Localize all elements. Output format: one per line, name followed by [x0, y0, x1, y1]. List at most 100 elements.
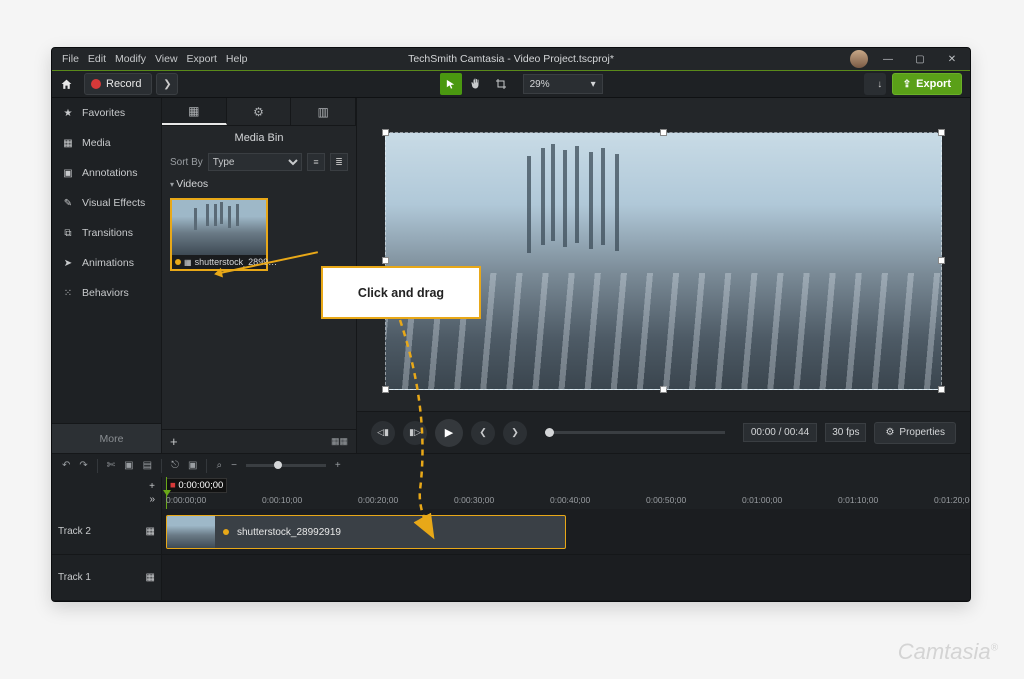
track-2[interactable]: shutterstock_28992919 [162, 509, 970, 555]
transitions-icon: ⧉ [62, 228, 74, 239]
chevron-down-icon: ▾ [591, 79, 596, 90]
media-clip[interactable]: ▦ shutterstock_2899… [170, 198, 268, 271]
camtasia-window: File Edit Modify View Export Help TechSm… [51, 47, 971, 602]
resize-handle[interactable] [660, 129, 667, 136]
play-button[interactable]: ▶ [435, 419, 463, 447]
track-menu-icon[interactable]: ▦ [146, 572, 155, 583]
pan-tool[interactable] [465, 73, 487, 95]
zoom-out-button[interactable]: − [231, 460, 237, 471]
timeline-clip[interactable]: shutterstock_28992919 [166, 515, 566, 549]
timeline: + » ■ 0:00:00;00 0:00:00;00 0:00:10;00 0… [52, 477, 970, 601]
media-tab-assets[interactable]: ⚙ [227, 98, 292, 125]
prev-frame-button[interactable]: ◁▮ [371, 421, 395, 445]
resize-handle[interactable] [938, 129, 945, 136]
menu-file[interactable]: File [62, 53, 79, 65]
minimize-button[interactable]: — [872, 48, 904, 70]
sidebar-item-more[interactable]: More [52, 423, 161, 453]
scrub-knob[interactable] [545, 428, 554, 437]
timeline-ruler[interactable]: ■ 0:00:00;00 0:00:00;00 0:00:10;00 0:00:… [162, 477, 970, 509]
menu-edit[interactable]: Edit [88, 53, 106, 65]
menu-modify[interactable]: Modify [115, 53, 146, 65]
resize-handle[interactable] [382, 386, 389, 393]
sort-desc-button[interactable]: ≣ [330, 153, 348, 171]
behaviors-icon: ⁙ [62, 288, 74, 299]
gear-icon: ⚙ [885, 427, 894, 438]
record-button[interactable]: Record [84, 73, 152, 95]
track-header-1[interactable]: Track 1▦ [52, 555, 161, 601]
export-button[interactable]: ⇪ Export [892, 73, 962, 95]
collapse-tracks-button[interactable]: » [149, 494, 155, 505]
resize-handle[interactable] [938, 257, 945, 264]
home-icon [60, 78, 73, 91]
film-icon: ▦ [184, 258, 192, 267]
menu-export[interactable]: Export [187, 53, 217, 65]
sidebar-item-transitions[interactable]: ⧉Transitions [52, 218, 161, 248]
zoom-tl-button[interactable]: ⌕ [216, 460, 222, 471]
playbar: ◁▮ ▮▷ ▶ ❮ ❯ 00:00 / 00:44 30 fps ⚙ Prope… [357, 411, 970, 453]
cut-button[interactable]: ✄ [107, 460, 115, 471]
properties-button[interactable]: ⚙ Properties [874, 422, 956, 444]
menu-help[interactable]: Help [226, 53, 248, 65]
clip-thumb [167, 516, 215, 548]
step-fwd-button[interactable]: ❯ [503, 421, 527, 445]
avatar[interactable] [850, 50, 868, 68]
zoom-in-button[interactable]: + [335, 460, 341, 471]
edit-tool[interactable] [440, 73, 462, 95]
main-toolbar: Record ❯ 29% ▾ ↓ ⇪ Expo [52, 70, 970, 98]
redo-button[interactable]: ↷ [79, 460, 87, 471]
maximize-button[interactable]: ▢ [904, 48, 936, 70]
sort-asc-button[interactable]: ≡ [307, 153, 325, 171]
sidebar-item-visual-effects[interactable]: ✎Visual Effects [52, 188, 161, 218]
copy-button[interactable]: ▣ [124, 460, 133, 471]
track-menu-icon[interactable]: ▦ [146, 526, 155, 537]
media-tab-library[interactable]: ▥ [291, 98, 356, 125]
track-header-2[interactable]: Track 2▦ [52, 509, 161, 555]
menu-view[interactable]: View [155, 53, 178, 65]
add-track-button[interactable]: + [149, 481, 155, 492]
home-button[interactable] [52, 70, 80, 98]
record-dropdown[interactable]: ❯ [156, 73, 178, 95]
crop-tool[interactable] [490, 73, 512, 95]
resize-handle[interactable] [382, 257, 389, 264]
media-section-videos[interactable]: Videos [162, 174, 356, 194]
ruler-tick: 0:00:30;00 [454, 495, 494, 505]
resize-handle[interactable] [382, 129, 389, 136]
clip-thumbnail [172, 200, 266, 255]
paste-button[interactable]: ▤ [143, 460, 152, 471]
resize-handle[interactable] [938, 386, 945, 393]
share-icon: ⇪ [903, 79, 911, 90]
sidebar-item-favorites[interactable]: ★Favorites [52, 98, 161, 128]
next-frame-button[interactable]: ▮▷ [403, 421, 427, 445]
step-back-button[interactable]: ❮ [471, 421, 495, 445]
sidebar-item-annotations[interactable]: ▣Annotations [52, 158, 161, 188]
cursor-icon [445, 79, 456, 90]
media-tab-clips[interactable]: ▦ [162, 98, 227, 125]
sort-select[interactable]: Type [208, 153, 302, 171]
add-media-button[interactable]: + [170, 434, 178, 449]
fps-display[interactable]: 30 fps [825, 423, 866, 442]
crop-icon [495, 78, 507, 90]
grid-view-button[interactable]: ▦▦ [331, 436, 348, 447]
tools-sidebar: ★Favorites ▦Media ▣Annotations ✎Visual E… [52, 98, 162, 453]
download-button[interactable]: ↓ [864, 73, 886, 95]
slider-knob[interactable] [274, 461, 282, 469]
undo-button[interactable]: ↶ [62, 460, 70, 471]
close-button[interactable]: ✕ [936, 48, 968, 70]
ruler-tick: 0:00:40;00 [550, 495, 590, 505]
sidebar-item-animations[interactable]: ➤Animations [52, 248, 161, 278]
timeline-zoom-slider[interactable] [246, 464, 326, 467]
canvas[interactable] [357, 98, 970, 411]
screenshot-button[interactable]: ▣ [188, 460, 197, 471]
sidebar-item-behaviors[interactable]: ⁙Behaviors [52, 278, 161, 308]
canvas-zoom[interactable]: 29% ▾ [523, 74, 603, 94]
record-icon [91, 79, 101, 89]
sidebar-item-media[interactable]: ▦Media [52, 128, 161, 158]
library-icon: ▥ [318, 105, 329, 119]
timeline-clip-name: shutterstock_28992919 [237, 527, 341, 538]
canvas-clip[interactable] [385, 132, 942, 390]
sort-label: Sort By [170, 157, 203, 168]
scrub-bar[interactable] [545, 431, 725, 434]
track-1[interactable] [162, 555, 970, 601]
resize-handle[interactable] [660, 386, 667, 393]
split-button[interactable]: ⎋ [171, 460, 179, 471]
